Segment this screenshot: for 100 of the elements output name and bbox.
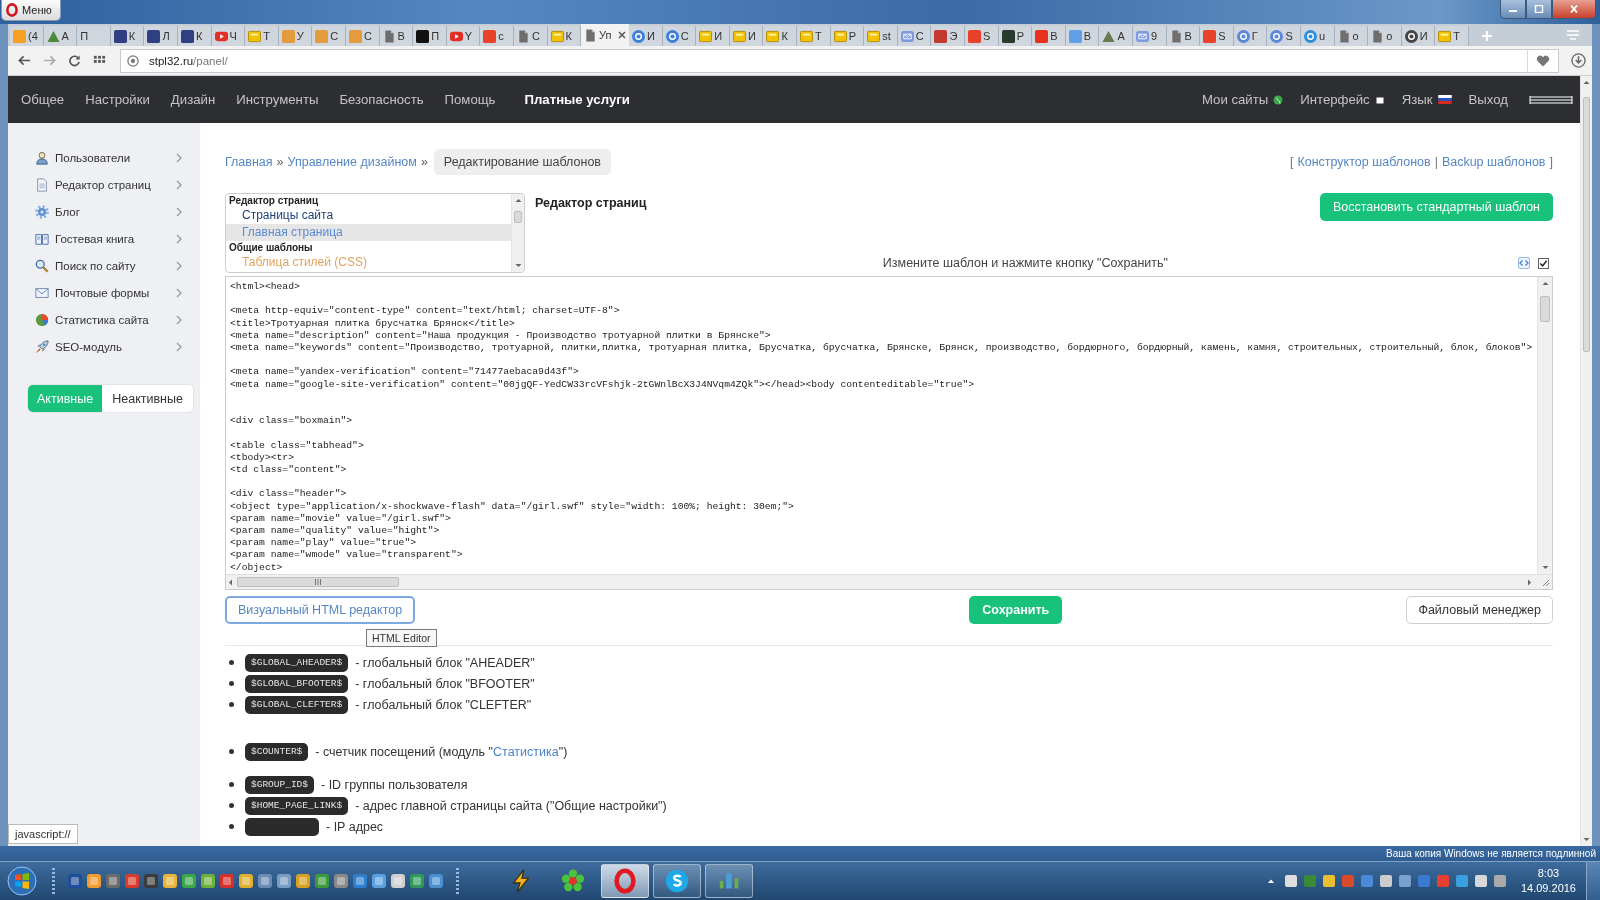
browser-tab[interactable]: с <box>480 26 514 46</box>
scrollbar-thumb[interactable] <box>1540 296 1550 322</box>
browser-tab[interactable]: П <box>77 26 111 46</box>
back-icon[interactable] <box>18 54 31 67</box>
sidebar-item[interactable]: Гостевая книга <box>8 225 200 252</box>
browser-tab[interactable]: А <box>1099 26 1133 46</box>
browser-tab[interactable]: И <box>1401 26 1436 46</box>
taskbar-button[interactable] <box>705 864 753 898</box>
nav-link[interactable]: Выход <box>1468 92 1508 107</box>
app-icon[interactable] <box>124 873 140 889</box>
sidebar-item[interactable]: Редактор страниц <box>8 171 200 198</box>
code-icon[interactable] <box>1518 257 1530 269</box>
browser-tab[interactable]: У <box>278 26 313 46</box>
browser-tab[interactable]: Y <box>446 26 481 46</box>
vertical-scrollbar[interactable] <box>1537 277 1552 574</box>
grip-icon[interactable] <box>314 579 322 585</box>
browser-tab[interactable]: Г <box>1233 26 1268 46</box>
app-icon[interactable] <box>143 873 159 889</box>
sidebar-item[interactable]: Блог <box>8 198 200 225</box>
file-manager-button[interactable]: Файловый менеджер <box>1406 596 1553 624</box>
tray-icon[interactable] <box>1397 874 1412 888</box>
breadcrumb-link[interactable]: Главная <box>225 155 273 169</box>
browser-tab[interactable]: о <box>1334 26 1369 46</box>
close-icon[interactable] <box>617 31 626 39</box>
list-option[interactable]: Страницы сайта <box>226 207 511 224</box>
browser-tab[interactable]: Э <box>931 26 966 46</box>
browser-tab[interactable]: В <box>1032 26 1066 46</box>
close-button[interactable] <box>1552 0 1596 19</box>
arrow-up-icon[interactable] <box>1540 279 1550 288</box>
site-info-icon[interactable] <box>127 54 139 67</box>
arrow-down-icon[interactable] <box>1582 835 1591 844</box>
sidebar-item[interactable]: Пользователи <box>8 144 200 171</box>
app-icon[interactable] <box>86 873 102 889</box>
scrollbar-thumb[interactable] <box>513 211 523 223</box>
browser-tab[interactable]: И <box>696 26 730 46</box>
app-icon[interactable] <box>390 873 406 889</box>
tray-icon[interactable] <box>1283 874 1298 888</box>
browser-tab[interactable]: В <box>379 26 414 46</box>
browser-tab[interactable]: В <box>1166 26 1201 46</box>
horizontal-scrollbar[interactable] <box>226 574 1552 589</box>
visual-editor-button[interactable]: Визуальный HTML редактор <box>225 596 416 624</box>
nav-link[interactable]: Платные услуги <box>524 92 630 107</box>
sidebar-item[interactable]: Поиск по сайту <box>8 252 200 279</box>
browser-tab[interactable]: S <box>1200 26 1234 46</box>
app-icon[interactable] <box>181 873 197 889</box>
app-icon[interactable] <box>352 873 368 889</box>
app-icon[interactable] <box>200 873 216 889</box>
lines-icon[interactable] <box>1529 94 1573 105</box>
address-field[interactable]: stpl32.ru/panel/ <box>120 48 1559 73</box>
browser-tab[interactable]: А <box>43 26 78 46</box>
browser-tab[interactable]: S <box>965 26 999 46</box>
browser-tab[interactable]: о <box>1368 26 1402 46</box>
browser-tab[interactable]: Т <box>245 26 279 46</box>
tray-icon[interactable] <box>1454 874 1469 888</box>
browser-tab[interactable]: И <box>629 26 663 46</box>
browser-tab[interactable]: С <box>897 26 932 46</box>
browser-tab[interactable]: Р <box>830 26 865 46</box>
download-icon[interactable] <box>1571 53 1586 68</box>
sidebar-item[interactable]: Статистика сайта <box>8 306 200 333</box>
tray-icon[interactable] <box>1492 874 1507 888</box>
nav-link[interactable]: Общее <box>21 92 65 107</box>
arrow-up-icon[interactable] <box>1582 78 1591 87</box>
app-icon[interactable] <box>257 873 273 889</box>
nav-link[interactable]: Мои сайты <box>1201 92 1284 107</box>
arrow-up-icon[interactable] <box>513 196 523 205</box>
browser-tab[interactable]: Л <box>144 26 178 46</box>
app-icon[interactable] <box>105 873 121 889</box>
sidebar-item[interactable]: SEO-модуль <box>8 333 200 360</box>
taskbar-button[interactable] <box>653 864 701 898</box>
template-link[interactable]: Конструктор шаблонов <box>1297 155 1431 169</box>
arrow-down-icon[interactable] <box>1540 563 1550 572</box>
page-scrollbar[interactable] <box>1580 76 1592 846</box>
list-scrollbar[interactable] <box>511 194 524 272</box>
browser-tab[interactable]: П <box>413 26 447 46</box>
app-icon[interactable] <box>428 873 444 889</box>
maximize-button[interactable] <box>1526 0 1552 19</box>
scrollbar-thumb[interactable] <box>237 577 399 587</box>
template-listbox[interactable]: Редактор страниц Страницы сайта Главная страница Общие шаблоны Таблица стилей (CSS) <box>225 193 525 273</box>
browser-tab[interactable]: К <box>110 26 145 46</box>
reload-icon[interactable] <box>68 54 81 67</box>
nav-link[interactable]: Безопасность <box>339 92 424 107</box>
resize-handle-icon[interactable] <box>1540 577 1550 587</box>
browser-tab[interactable]: Т <box>1435 26 1469 46</box>
browser-tab[interactable]: С <box>662 26 697 46</box>
sidebar-item[interactable]: Почтовые формы <box>8 279 200 306</box>
show-desktop-button[interactable] <box>1586 862 1600 900</box>
code-editor-field[interactable]: <html><head> <meta http-equiv="content-type" content="text/html; charset=UTF-8"> <title>Тротуарная плитка брусчатка Брянск</title> <meta name="description" content="Наша продукция - Производство тротуарной плитки в Брянске"> <meta name="keywords" content="Производство, тротуарной, плитки,плитка, тротуарная плитка, Брусчатка, брусчатка, Брянске, Брянск, производство, бордюрного, бордюрный, камень, камня, строительных, строительный, блок, блоков"> <meta name="yandex-verification" content="71477aebaca9d43f"> <meta name="google-site-verification" content="00jgQF-YedCW33rcVFshjk-2tGWnlBcX3J4NVqm4ZQk"></head><body contenteditable="true"> <div class="boxmain"> <table class="tabhead"> <tbody><tr> <td class="content"> <div class="header"> <object type="application/x-shockwave-flash" data="/girl.swf" style="width: 100%; height: 30em;"> <param name="movie" value="/girl.swf"> <param name="quality" value="hight"> <param name="play" value="true"> <param name="wmode" value="transparent"> </object> <box>225 276 1553 590</box>
taskbar-button[interactable] <box>601 864 649 898</box>
browser-tab[interactable]: Ч <box>211 26 246 46</box>
app-icon[interactable] <box>276 873 292 889</box>
app-icon[interactable] <box>409 873 425 889</box>
browser-tab[interactable]: S <box>1267 26 1301 46</box>
arrow-left-icon[interactable] <box>226 577 235 587</box>
browser-tab[interactable]: 9 <box>1133 26 1167 46</box>
arrow-right-icon[interactable] <box>1525 577 1534 587</box>
clock-date[interactable]: 14.09.2016 <box>1520 881 1576 896</box>
tray-icon[interactable] <box>1378 874 1393 888</box>
checkbox[interactable] <box>1538 257 1549 269</box>
nav-link[interactable]: Инструменты <box>236 92 319 107</box>
browser-tab[interactable]: Уп <box>581 24 630 46</box>
